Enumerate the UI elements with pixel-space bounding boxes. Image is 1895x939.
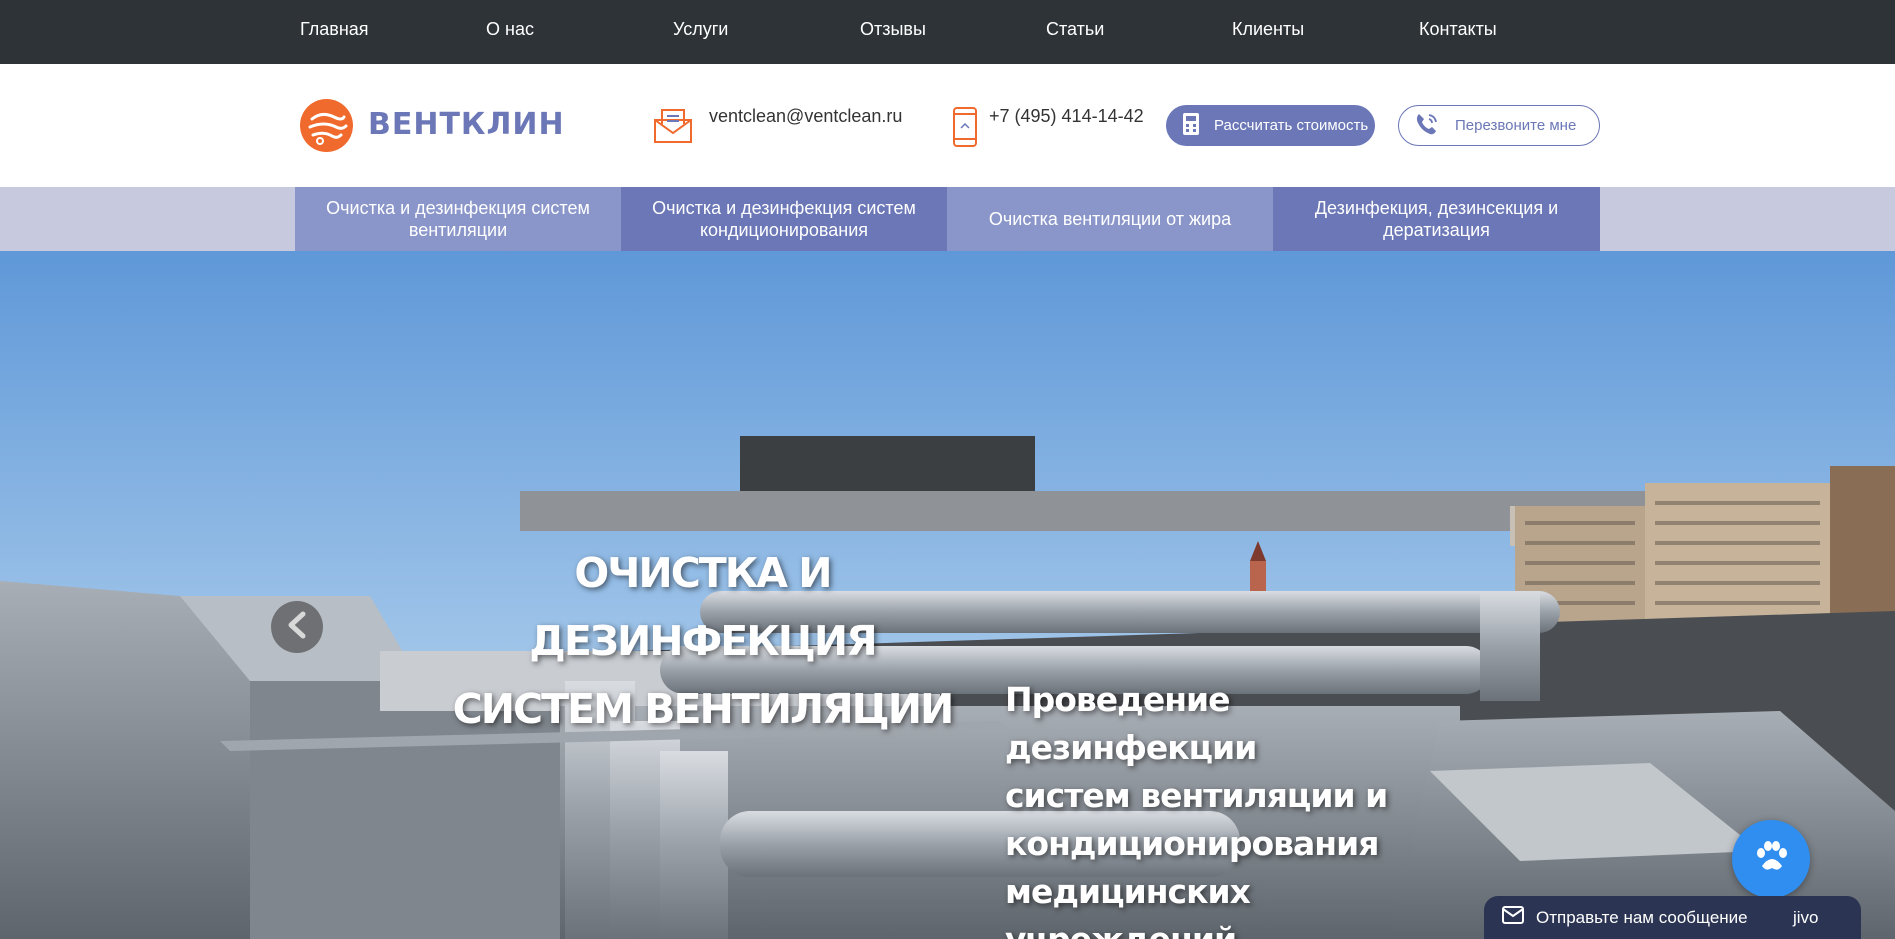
logo[interactable]: ВЕНТКЛИН <box>300 97 564 153</box>
site-header: ВЕНТКЛИН ventclean@ventclean.ru +7 (495)… <box>0 64 1895 187</box>
paw-icon <box>1752 838 1790 881</box>
nav-item-services[interactable]: Услуги <box>673 19 728 40</box>
contact-phone[interactable]: +7 (495) 414-14-42 <box>989 106 1144 127</box>
slide-subtitle-line-3: кондиционирования <box>1005 824 1379 863</box>
chat-brand-logo: jivo <box>1793 908 1819 927</box>
nav-item-reviews[interactable]: Отзывы <box>860 19 926 40</box>
slide-title-line-2: СИСТЕМ ВЕНТИЛЯЦИИ <box>452 685 955 733</box>
envelope-icon <box>652 104 694 146</box>
service-tab-air-conditioning[interactable]: Очистка и дезинфекция систем кондиционир… <box>621 187 947 251</box>
slide-title-line-1: ОЧИСТКА И ДЕЗИНФЕКЦИЯ <box>529 549 877 665</box>
top-navigation: Главная О нас Услуги Отзывы Статьи Клиен… <box>0 0 1895 64</box>
logo-mark-icon <box>300 99 353 152</box>
nav-item-home[interactable]: Главная <box>300 19 369 40</box>
slide-subtitle-line-2: систем вентиляции и <box>1005 776 1388 815</box>
service-tab-pest-control[interactable]: Дезинфекция, дезинсекция и дератизация <box>1273 187 1600 251</box>
slide-title: ОЧИСТКА И ДЕЗИНФЕКЦИЯ СИСТЕМ ВЕНТИЛЯЦИИ <box>400 539 1005 743</box>
phone-icon <box>1413 111 1441 141</box>
slide-subtitle: Проведение дезинфекции систем вентиляции… <box>1005 676 1475 939</box>
slider-prev-button[interactable] <box>271 601 323 653</box>
services-menu: Очистка и дезинфекция систем вентиляции … <box>0 187 1895 251</box>
nav-item-contacts[interactable]: Контакты <box>1419 19 1497 40</box>
calculate-cost-label: Рассчитать стоимость <box>1214 117 1369 134</box>
nav-item-about[interactable]: О нас <box>486 19 534 40</box>
slide-subtitle-line-4: медицинских учреждений <box>1005 872 1251 939</box>
callback-label: Перезвоните мне <box>1455 117 1577 134</box>
chat-message-label: Отправьте нам сообщение <box>1536 907 1748 927</box>
smartphone-icon <box>952 106 978 148</box>
contact-email[interactable]: ventclean@ventclean.ru <box>709 106 902 127</box>
calculator-icon <box>1182 112 1200 140</box>
slide-subtitle-line-1: Проведение дезинфекции <box>1005 680 1257 767</box>
chevron-left-icon <box>285 611 309 644</box>
calculate-cost-button[interactable]: Рассчитать стоимость <box>1166 105 1375 146</box>
chat-launcher-button[interactable] <box>1732 820 1810 898</box>
mail-icon <box>1502 906 1524 929</box>
hero-slider: ОЧИСТКА И ДЕЗИНФЕКЦИЯ СИСТЕМ ВЕНТИЛЯЦИИ … <box>0 251 1895 939</box>
logo-text: ВЕНТКЛИН <box>368 107 565 142</box>
callback-button[interactable]: Перезвоните мне <box>1398 105 1600 146</box>
service-tab-ventilation[interactable]: Очистка и дезинфекция систем вентиляции <box>295 187 621 251</box>
nav-item-articles[interactable]: Статьи <box>1046 19 1104 40</box>
nav-item-clients[interactable]: Клиенты <box>1232 19 1304 40</box>
service-tab-grease-cleaning[interactable]: Очистка вентиляции от жира <box>947 187 1273 251</box>
